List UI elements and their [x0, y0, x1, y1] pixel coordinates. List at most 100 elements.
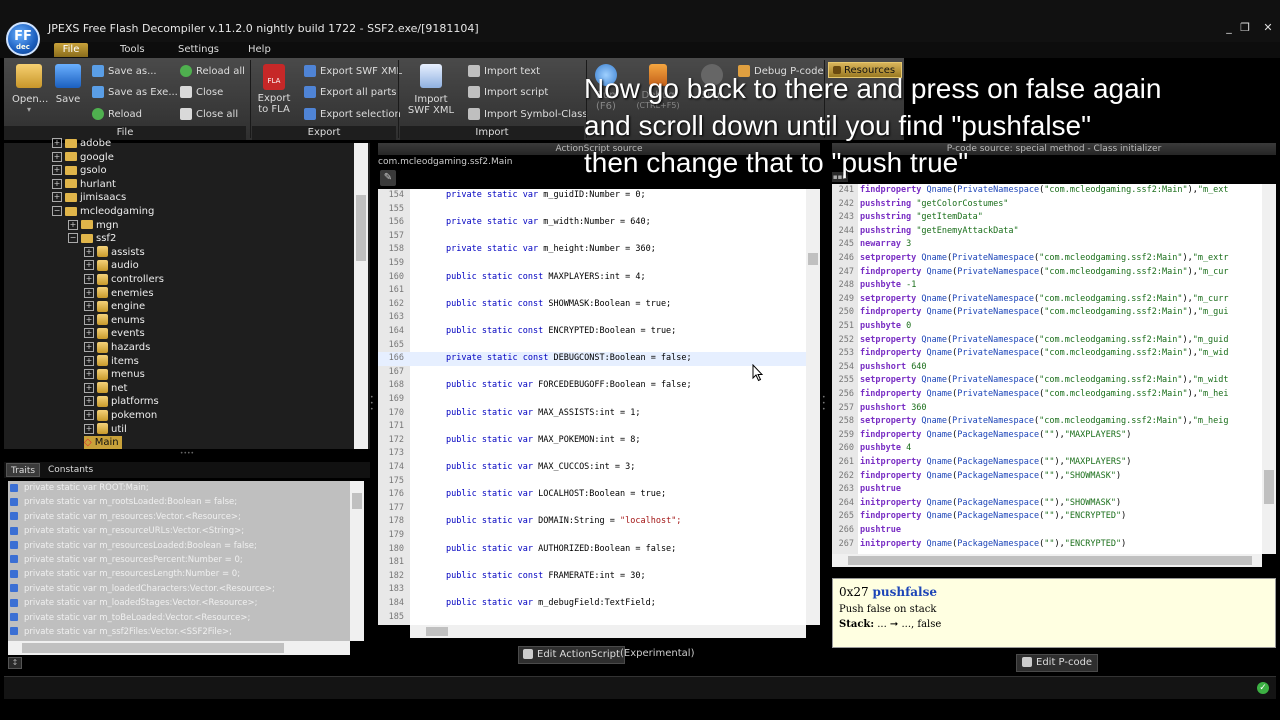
code-line[interactable]: public static const SHOWMASK:Boolean = t…: [446, 298, 671, 312]
tree-item-adobe[interactable]: + adobe: [52, 137, 111, 150]
code-line[interactable]: public static var AUTHORIZED:Boolean = f…: [446, 543, 676, 557]
import-script-button[interactable]: Import script: [468, 86, 548, 98]
tree-item-enums[interactable]: + enums: [84, 314, 145, 327]
trait-item[interactable]: private static var m_resourcesLoaded:Boo…: [10, 539, 350, 553]
pcode-instruction[interactable]: setproperty Qname(PrivateNamespace("com.…: [860, 374, 1229, 388]
pcode-instruction[interactable]: setproperty Qname(PrivateNamespace("com.…: [860, 252, 1229, 266]
expand-icon[interactable]: +: [84, 369, 94, 380]
code-line[interactable]: public static const ENCRYPTED:Boolean = …: [446, 325, 676, 339]
open-button[interactable]: Open... ▾: [12, 64, 48, 114]
pcode-instruction[interactable]: findproperty Qname(PackageNamespace(""),…: [860, 470, 1121, 484]
tree-item-engine[interactable]: + engine: [84, 300, 145, 313]
tree-item-hazards[interactable]: + hazards: [84, 341, 150, 354]
sort-icon[interactable]: ↕: [8, 657, 22, 669]
expand-icon[interactable]: +: [52, 151, 62, 162]
tree-item-menus[interactable]: + menus: [84, 368, 145, 381]
tree-item-items[interactable]: + items: [84, 355, 139, 368]
trait-item[interactable]: private static var m_resourceURLs:Vector…: [10, 524, 350, 538]
code-line[interactable]: public static var m_debugField:TextField…: [446, 597, 656, 611]
trait-item[interactable]: private static var m_loadedCharacters:Ve…: [10, 582, 350, 596]
code-line[interactable]: public static var MAX_ASSISTS:int = 1;: [446, 407, 640, 421]
minimize-icon[interactable]: _: [1222, 21, 1236, 34]
expand-icon[interactable]: +: [84, 287, 94, 298]
menu-help[interactable]: Help: [238, 43, 281, 57]
tree-item-main[interactable]: ◇ Main: [84, 436, 122, 449]
close-all-button[interactable]: Close all: [180, 108, 238, 120]
reload-all-button[interactable]: Reload all: [180, 65, 245, 77]
code-line[interactable]: public static var LOCALHOST:Boolean = tr…: [446, 488, 666, 502]
tree-item-gsolo[interactable]: + gsolo: [52, 164, 107, 177]
expand-icon[interactable]: +: [84, 260, 94, 271]
tab-traits[interactable]: Traits: [6, 463, 40, 477]
tree-item-jimisaacs[interactable]: + jimisaacs: [52, 191, 126, 204]
expand-icon[interactable]: +: [84, 355, 94, 366]
trait-item[interactable]: private static var m_resourcesLength:Num…: [10, 567, 350, 581]
expand-icon[interactable]: +: [84, 246, 94, 257]
tree-item-events[interactable]: + events: [84, 327, 145, 340]
tree-scrollbar[interactable]: [354, 143, 368, 449]
code-line[interactable]: public static var MAX_CUCCOS:int = 3;: [446, 461, 635, 475]
pcode-instruction[interactable]: findproperty Qname(PrivateNamespace("com…: [860, 306, 1229, 320]
pcode-instruction[interactable]: setproperty Qname(PrivateNamespace("com.…: [860, 334, 1229, 348]
pcode-instruction[interactable]: setproperty Qname(PrivateNamespace("com.…: [860, 293, 1229, 307]
edit-actionscript-button[interactable]: Edit ActionScript: [518, 646, 625, 664]
pcode-instruction[interactable]: newarray 3: [860, 238, 911, 252]
pcode-instruction[interactable]: findproperty Qname(PackageNamespace(""),…: [860, 429, 1131, 443]
code-line[interactable]: private static var m_width:Number = 640;: [446, 216, 651, 230]
edit-pcode-button[interactable]: Edit P-code: [1016, 654, 1099, 672]
menu-tools[interactable]: Tools: [110, 43, 155, 57]
expand-icon[interactable]: +: [68, 219, 78, 230]
tree-item-hurlant[interactable]: + hurlant: [52, 178, 116, 191]
import-swf-xml-button[interactable]: Import SWF XML: [406, 64, 456, 116]
pcode-instruction[interactable]: pushtrue: [860, 524, 901, 538]
close-file-button[interactable]: Close: [180, 86, 223, 98]
trait-item[interactable]: private static var m_ssf2Files:Vector.<S…: [10, 625, 350, 639]
trait-item[interactable]: private static var m_toBeLoaded:Vector.<…: [10, 611, 350, 625]
tab-constants[interactable]: Constants: [48, 463, 93, 477]
tree-item-controllers[interactable]: + controllers: [84, 273, 164, 286]
export-selection-button[interactable]: Export selection: [304, 108, 401, 120]
code-line[interactable]: public static const MAXPLAYERS:int = 4;: [446, 271, 646, 285]
trait-item[interactable]: private static var ROOT:Main;: [10, 481, 350, 495]
code-line[interactable]: private static var m_height:Number = 360…: [446, 243, 656, 257]
tree-item-ssf2[interactable]: − ssf2: [68, 232, 116, 245]
tree-item-audio[interactable]: + audio: [84, 259, 139, 272]
tree-item-mcleodgaming[interactable]: − mcleodgaming: [52, 205, 154, 218]
pcode-instruction[interactable]: findproperty Qname(PrivateNamespace("com…: [860, 184, 1229, 198]
menu-file[interactable]: File: [54, 43, 88, 57]
pcode-instruction[interactable]: pushstring "getColorCostumes": [860, 198, 1008, 212]
expand-icon[interactable]: +: [84, 328, 94, 339]
pcode-instruction[interactable]: pushshort 360: [860, 402, 927, 416]
as-scrollbar[interactable]: [806, 189, 820, 625]
traits-hscrollbar[interactable]: [8, 641, 350, 655]
export-swf-xml-button[interactable]: Export SWF XML: [304, 65, 402, 77]
trait-item[interactable]: private static var m_rootsLoaded:Boolean…: [10, 495, 350, 509]
save-button[interactable]: Save: [54, 64, 82, 105]
pcode-instruction[interactable]: pushbyte -1: [860, 279, 916, 293]
reload-button[interactable]: Reload: [92, 108, 142, 120]
pcode-instruction[interactable]: initproperty Qname(PackageNamespace(""),…: [860, 456, 1131, 470]
pcode-instruction[interactable]: pushshort 640: [860, 361, 927, 375]
code-line[interactable]: private static const DEBUGCONST:Boolean …: [446, 352, 692, 366]
pcode-instruction[interactable]: setproperty Qname(PrivateNamespace("com.…: [860, 415, 1229, 429]
pcode-instruction[interactable]: findproperty Qname(PackageNamespace(""),…: [860, 510, 1126, 524]
tree-item-net[interactable]: + net: [84, 382, 127, 395]
maximize-icon[interactable]: ❐: [1238, 21, 1252, 34]
code-line[interactable]: public static var MAX_POKEMON:int = 8;: [446, 434, 640, 448]
import-symbol-class-button[interactable]: Import Symbol-Class: [468, 108, 588, 120]
trait-item[interactable]: private static var m_resourcesPercent:Nu…: [10, 553, 350, 567]
expand-icon[interactable]: +: [84, 396, 94, 407]
expand-icon[interactable]: +: [84, 274, 94, 284]
pcode-instruction[interactable]: findproperty Qname(PrivateNamespace("com…: [860, 266, 1229, 280]
pcode-instruction[interactable]: initproperty Qname(PackageNamespace(""),…: [860, 497, 1121, 511]
expand-icon[interactable]: +: [84, 301, 94, 312]
pcode-instruction[interactable]: pushstring "getItemData": [860, 211, 983, 225]
export-all-parts-button[interactable]: Export all parts: [304, 86, 397, 98]
tree-item-enemies[interactable]: + enemies: [84, 287, 154, 300]
as-hscrollbar[interactable]: [410, 625, 806, 638]
expand-icon[interactable]: +: [52, 165, 62, 176]
code-line[interactable]: public static var FORCEDEBUGOFF:Boolean …: [446, 379, 692, 393]
code-line[interactable]: public static var DOMAIN:String = "local…: [446, 515, 681, 529]
export-fla-button[interactable]: FLA Export to FLA: [256, 64, 292, 115]
pcode-instruction[interactable]: initproperty Qname(PackageNamespace(""),…: [860, 538, 1126, 552]
